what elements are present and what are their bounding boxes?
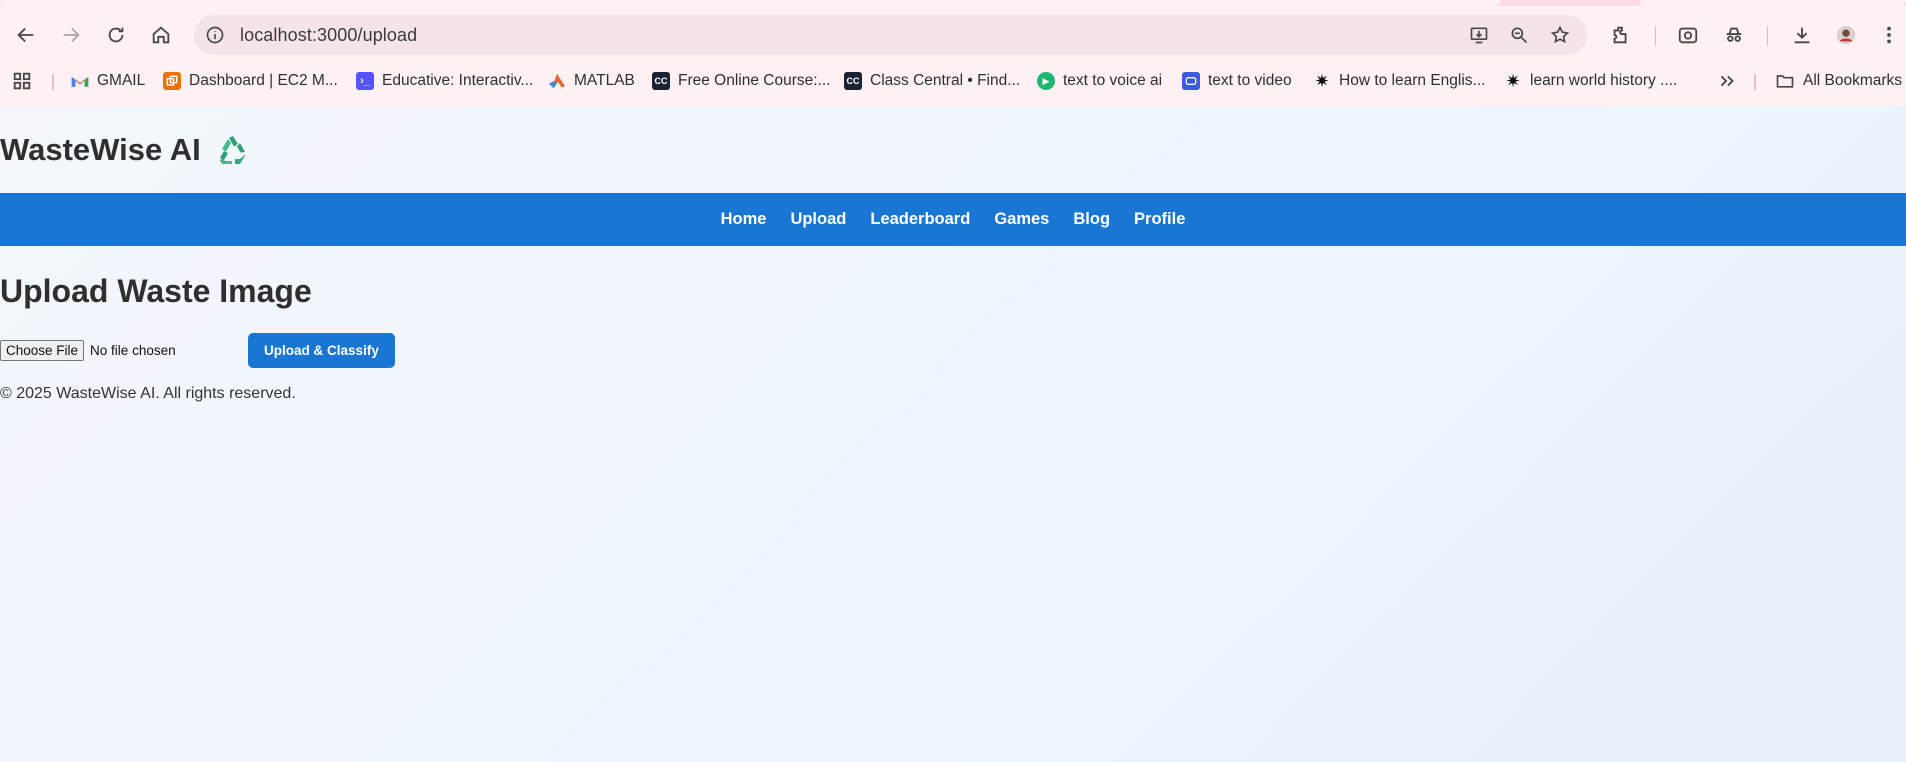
address-bar[interactable]: localhost:3000/upload bbox=[194, 15, 1587, 55]
all-bookmarks-folder[interactable]: All Bookmarks bbox=[1775, 68, 1902, 94]
bookmark-class-central[interactable]: CC Class Central • Find... bbox=[844, 68, 1020, 94]
bookmark-label: Dashboard | EC2 M... bbox=[189, 72, 338, 89]
file-status-text: No file chosen bbox=[90, 342, 176, 358]
nav-upload[interactable]: Upload bbox=[778, 210, 858, 229]
upload-form: Choose File No file chosen Upload & Clas… bbox=[0, 332, 395, 368]
spark-icon: ✷ bbox=[1505, 70, 1521, 91]
bookmark-ec2-dashboard[interactable]: Dashboard | EC2 M... bbox=[163, 68, 338, 94]
bookmark-label: Class Central • Find... bbox=[870, 72, 1021, 89]
bookmark-label: How to learn Englis... bbox=[1339, 72, 1486, 89]
zoom-icon[interactable] bbox=[1506, 22, 1532, 48]
spark-icon: ✷ bbox=[1314, 70, 1330, 91]
bookmarks-bar: GMAIL Dashboard | EC2 M... ›_ Educative:… bbox=[0, 64, 1906, 98]
bookmark-learn-english[interactable]: ✷ How to learn Englis... bbox=[1313, 68, 1485, 94]
site-info-icon[interactable] bbox=[204, 24, 226, 46]
url-text[interactable]: localhost:3000/upload bbox=[240, 25, 417, 46]
bookmark-gmail[interactable]: GMAIL bbox=[71, 68, 145, 94]
choose-file-button[interactable]: Choose File bbox=[0, 339, 85, 361]
gmail-icon bbox=[71, 72, 89, 90]
more-bookmarks-icon[interactable] bbox=[1709, 58, 1745, 104]
bookmark-label: Free Online Course:... bbox=[678, 72, 831, 89]
bookmark-matlab[interactable]: MATLAB bbox=[548, 68, 635, 94]
nav-home[interactable]: Home bbox=[709, 210, 779, 229]
nav-games[interactable]: Games bbox=[982, 210, 1061, 229]
site-header: WasteWise AI bbox=[0, 129, 251, 171]
aws-icon bbox=[163, 72, 181, 90]
nav-blog[interactable]: Blog bbox=[1061, 210, 1122, 229]
extensions-icon[interactable] bbox=[1603, 12, 1639, 58]
bookmark-free-online-course[interactable]: CC Free Online Course:... bbox=[652, 68, 830, 94]
browser-chrome: localhost:3000/upload GMAIL Dashboard | … bbox=[0, 0, 1906, 107]
bookmark-label: Educative: Interactiv... bbox=[382, 72, 534, 89]
matlab-icon bbox=[548, 72, 566, 90]
profile-avatar-icon[interactable] bbox=[1828, 12, 1864, 58]
bookmark-label: text to video bbox=[1208, 72, 1292, 89]
tab-strip bbox=[0, 0, 1906, 6]
bookmark-label: text to voice ai bbox=[1063, 72, 1163, 89]
folder-icon bbox=[1775, 71, 1795, 91]
upload-classify-button[interactable]: Upload & Classify bbox=[248, 332, 395, 368]
recycle-icon bbox=[215, 132, 251, 168]
footer-copyright: © 2025 WasteWise AI. All rights reserved… bbox=[0, 385, 296, 402]
bookmark-educative[interactable]: ›_ Educative: Interactiv... bbox=[356, 68, 533, 94]
main-nav: Home Upload Leaderboard Games Blog Profi… bbox=[0, 193, 1906, 246]
browser-toolbar: localhost:3000/upload bbox=[0, 12, 1906, 58]
bookmarks-divider bbox=[1754, 74, 1756, 90]
site-title[interactable]: WasteWise AI bbox=[0, 132, 201, 168]
bookmark-label: MATLAB bbox=[574, 72, 635, 89]
classcentral-icon: CC bbox=[844, 72, 862, 90]
apps-grid-icon[interactable] bbox=[4, 58, 40, 104]
page-content: WasteWise AI Home Upload Leaderboard Gam… bbox=[0, 107, 1906, 762]
install-app-icon[interactable] bbox=[1466, 22, 1492, 48]
home-icon[interactable] bbox=[143, 12, 179, 58]
nav-profile[interactable]: Profile bbox=[1122, 210, 1197, 229]
download-icon[interactable] bbox=[1784, 12, 1820, 58]
forward-icon[interactable] bbox=[53, 12, 89, 58]
bookmark-text-to-video[interactable]: text to video bbox=[1182, 68, 1292, 94]
page-title: Upload Waste Image bbox=[0, 273, 312, 309]
reload-icon[interactable] bbox=[98, 12, 134, 58]
bookmark-text-to-voice[interactable]: ▶ text to voice ai bbox=[1037, 68, 1162, 94]
all-bookmarks-label: All Bookmarks bbox=[1803, 72, 1903, 89]
kebab-menu-icon[interactable] bbox=[1874, 12, 1904, 58]
back-icon[interactable] bbox=[8, 12, 44, 58]
lens-icon[interactable] bbox=[1670, 12, 1706, 58]
bookmark-star-icon[interactable] bbox=[1547, 22, 1573, 48]
bookmark-label: GMAIL bbox=[97, 72, 146, 89]
toolbar-divider bbox=[1767, 26, 1768, 46]
video-icon bbox=[1182, 72, 1200, 90]
classcentral-icon: CC bbox=[652, 72, 670, 90]
nav-leaderboard[interactable]: Leaderboard bbox=[858, 210, 982, 229]
play-icon: ▶ bbox=[1037, 72, 1055, 90]
bookmarks-divider bbox=[52, 74, 54, 90]
toolbar-divider bbox=[1655, 26, 1656, 46]
educative-icon: ›_ bbox=[356, 72, 374, 90]
bookmark-label: learn world history .... bbox=[1530, 72, 1678, 89]
bookmark-world-history[interactable]: ✷ learn world history .... bbox=[1504, 68, 1677, 94]
incognito-icon[interactable] bbox=[1716, 12, 1752, 58]
